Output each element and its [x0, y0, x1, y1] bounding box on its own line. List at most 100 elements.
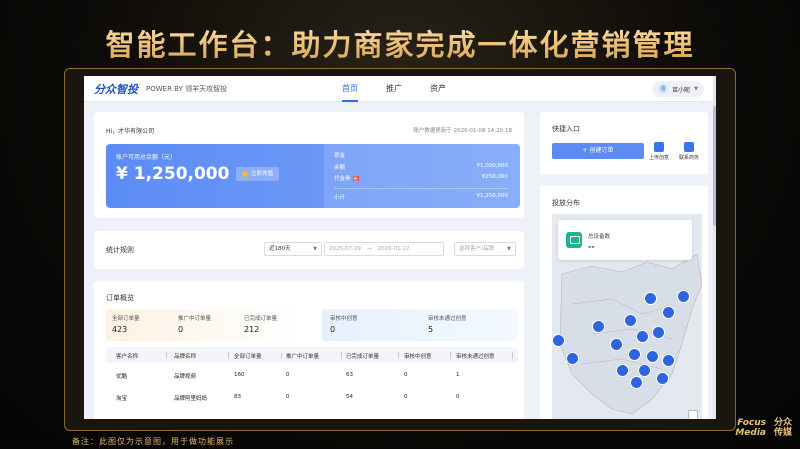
- user-menu[interactable]: 苗 苗小昵 ▼: [652, 81, 704, 97]
- balance-value: ¥ 1,250,000: [116, 164, 230, 184]
- upload-icon: [654, 142, 664, 152]
- map-marker[interactable]: [677, 290, 690, 303]
- table-cell: 淘宝: [116, 396, 128, 402]
- recharge-button[interactable]: 立即充值: [236, 167, 280, 181]
- table-row[interactable]: 淘宝 品牌阿里妈妈 83 0 54 0 0: [106, 389, 518, 405]
- map-marker[interactable]: [610, 338, 623, 351]
- table-cell: 0: [286, 372, 290, 378]
- app-window: 分众智投 POWER BY 领羊天攻智投 首页 推广 资产 苗 苗小昵 ▼ Hi…: [84, 76, 716, 419]
- table-cell: 160: [234, 372, 245, 378]
- map-marker[interactable]: [662, 306, 675, 319]
- recharge-label: 立即充值: [251, 171, 274, 177]
- table-cell: 83: [234, 394, 241, 400]
- map-marker[interactable]: [628, 348, 641, 361]
- kpi-label: 推广中订单量: [178, 316, 212, 322]
- table-cell: 1: [456, 372, 460, 378]
- table-row[interactable]: 优酷 品牌视频 160 0 63 0 1: [106, 367, 518, 383]
- contact-business-button[interactable]: 联系商务: [674, 142, 704, 161]
- date-range-picker[interactable]: 2025-07-29 → 2026-01-22: [324, 242, 444, 256]
- divider: [341, 352, 342, 359]
- orders-title: 订单概览: [106, 294, 134, 302]
- table-cell: 0: [404, 372, 408, 378]
- table-cell: 优酷: [116, 374, 128, 380]
- scrollbar[interactable]: [713, 76, 716, 419]
- kpi-value: 0: [330, 325, 336, 334]
- tab-promotion[interactable]: 推广: [386, 76, 402, 102]
- kpi-promoting-orders: 推广中订单量 0: [178, 314, 211, 334]
- upload-creative-button[interactable]: 上传创意: [644, 142, 674, 161]
- map-marker[interactable]: [630, 376, 643, 389]
- range-select[interactable]: 近180天 ▼: [264, 242, 322, 256]
- column-header: 客户名称: [116, 354, 139, 360]
- table-cell: 0: [456, 394, 460, 400]
- create-order-button[interactable]: + 创建订单: [552, 143, 644, 159]
- quick-title: 快捷入口: [552, 125, 580, 133]
- map-marker[interactable]: [592, 320, 605, 333]
- brand-cn: 分众传媒: [773, 418, 792, 438]
- map-marker[interactable]: [662, 354, 675, 367]
- briefcase-icon: [684, 142, 694, 152]
- voucher-row: 代金券卷 ¥250,000: [334, 174, 508, 182]
- stats-label: 统计规则: [106, 246, 134, 254]
- distribution-card: 投放分布 总设备数 --: [540, 186, 708, 419]
- divider: [512, 352, 513, 359]
- map-marker[interactable]: [656, 372, 669, 385]
- map-marker[interactable]: [638, 364, 651, 377]
- table-header: 客户名称 品牌名称 全部订单量 推广中订单量 已完成订单量 审核中创意 审核未通…: [106, 347, 518, 363]
- powered-by: POWER BY 领羊天攻智投: [146, 84, 228, 93]
- balance-title: 账户可用总余额（元）: [116, 154, 177, 161]
- divider: [450, 352, 451, 359]
- balance-panel: 账户可用总余额（元） ¥ 1,250,000 立即充值 现金 余额 ¥1,000…: [106, 144, 520, 208]
- voucher-label: 代金券: [334, 176, 351, 182]
- voucher-tag: 卷: [352, 176, 359, 181]
- kpi-value: 423: [112, 325, 128, 334]
- coin-icon: [242, 171, 248, 177]
- balance-row-value: ¥1,000,000: [476, 163, 509, 169]
- kpi-value: 5: [428, 325, 434, 334]
- map-marker[interactable]: [644, 292, 657, 305]
- subtotal-row: 小计 ¥1,250,000: [334, 193, 508, 201]
- kpi-rejected: 审核未通过创意 5: [428, 314, 467, 334]
- banner-title: 智能工作台：助力商家完成一体化营销管理: [0, 22, 800, 64]
- divider: [334, 188, 508, 189]
- main-nav: 首页 推广 资产: [342, 76, 446, 102]
- client-select[interactable]: 选择客户/品牌 ▼: [454, 242, 516, 256]
- column-header: 审核未通过创意: [456, 354, 495, 360]
- stats-rule-card: 统计规则 近180天 ▼ 2025-07-29 → 2026-01-22 选择客…: [94, 231, 524, 269]
- kpi-label: 审核未通过创意: [428, 316, 467, 322]
- date-to: 2026-01-22: [377, 246, 410, 252]
- logo[interactable]: 分众智投: [94, 81, 138, 97]
- map-marker[interactable]: [636, 330, 649, 343]
- map-marker[interactable]: [652, 326, 665, 339]
- map-title: 投放分布: [552, 199, 580, 207]
- update-time: 账户数据更新于 2026-01-08 14:20:18: [413, 128, 512, 134]
- map-fullscreen-button[interactable]: [688, 410, 698, 419]
- distribution-map[interactable]: 总设备数 --: [552, 214, 702, 419]
- balance-breakdown: 现金 余额 ¥1,000,000 代金券卷 ¥250,000 小计 ¥1,250…: [324, 144, 520, 208]
- map-marker[interactable]: [616, 364, 629, 377]
- kpi-reviewing: 审核中创意 0: [330, 314, 358, 334]
- top-bar: 分众智投 POWER BY 领羊天攻智投 首页 推广 资产 苗 苗小昵 ▼: [84, 76, 716, 102]
- table-cell: 54: [346, 394, 353, 400]
- device-summary: 总设备数 --: [558, 220, 692, 260]
- screen-icon: [566, 232, 582, 248]
- table-cell: 品牌视频: [174, 374, 197, 380]
- device-label: 总设备数: [588, 234, 611, 240]
- kpi-group-orders: 全部订单量 423 推广中订单量 0 已完成订单量 212: [106, 309, 302, 341]
- contact-label: 联系商务: [678, 155, 699, 161]
- brand-logo: Focus Media 分众传媒: [724, 418, 792, 438]
- map-marker[interactable]: [646, 350, 659, 363]
- divider: [166, 352, 167, 359]
- map-marker[interactable]: [624, 314, 637, 327]
- chevron-down-icon: ▼: [313, 246, 317, 252]
- kpi-label: 已完成订单量: [244, 316, 278, 322]
- tab-home[interactable]: 首页: [342, 76, 358, 102]
- client-placeholder: 选择客户/品牌: [459, 246, 494, 252]
- balance-row-label: 余额: [334, 165, 346, 171]
- map-marker[interactable]: [552, 334, 565, 347]
- tab-assets[interactable]: 资产: [430, 76, 446, 102]
- voucher-value: ¥250,000: [481, 174, 508, 180]
- scroll-thumb[interactable]: [713, 106, 716, 226]
- map-marker[interactable]: [566, 352, 579, 365]
- kpi-all-orders: 全部订单量 423: [112, 314, 140, 334]
